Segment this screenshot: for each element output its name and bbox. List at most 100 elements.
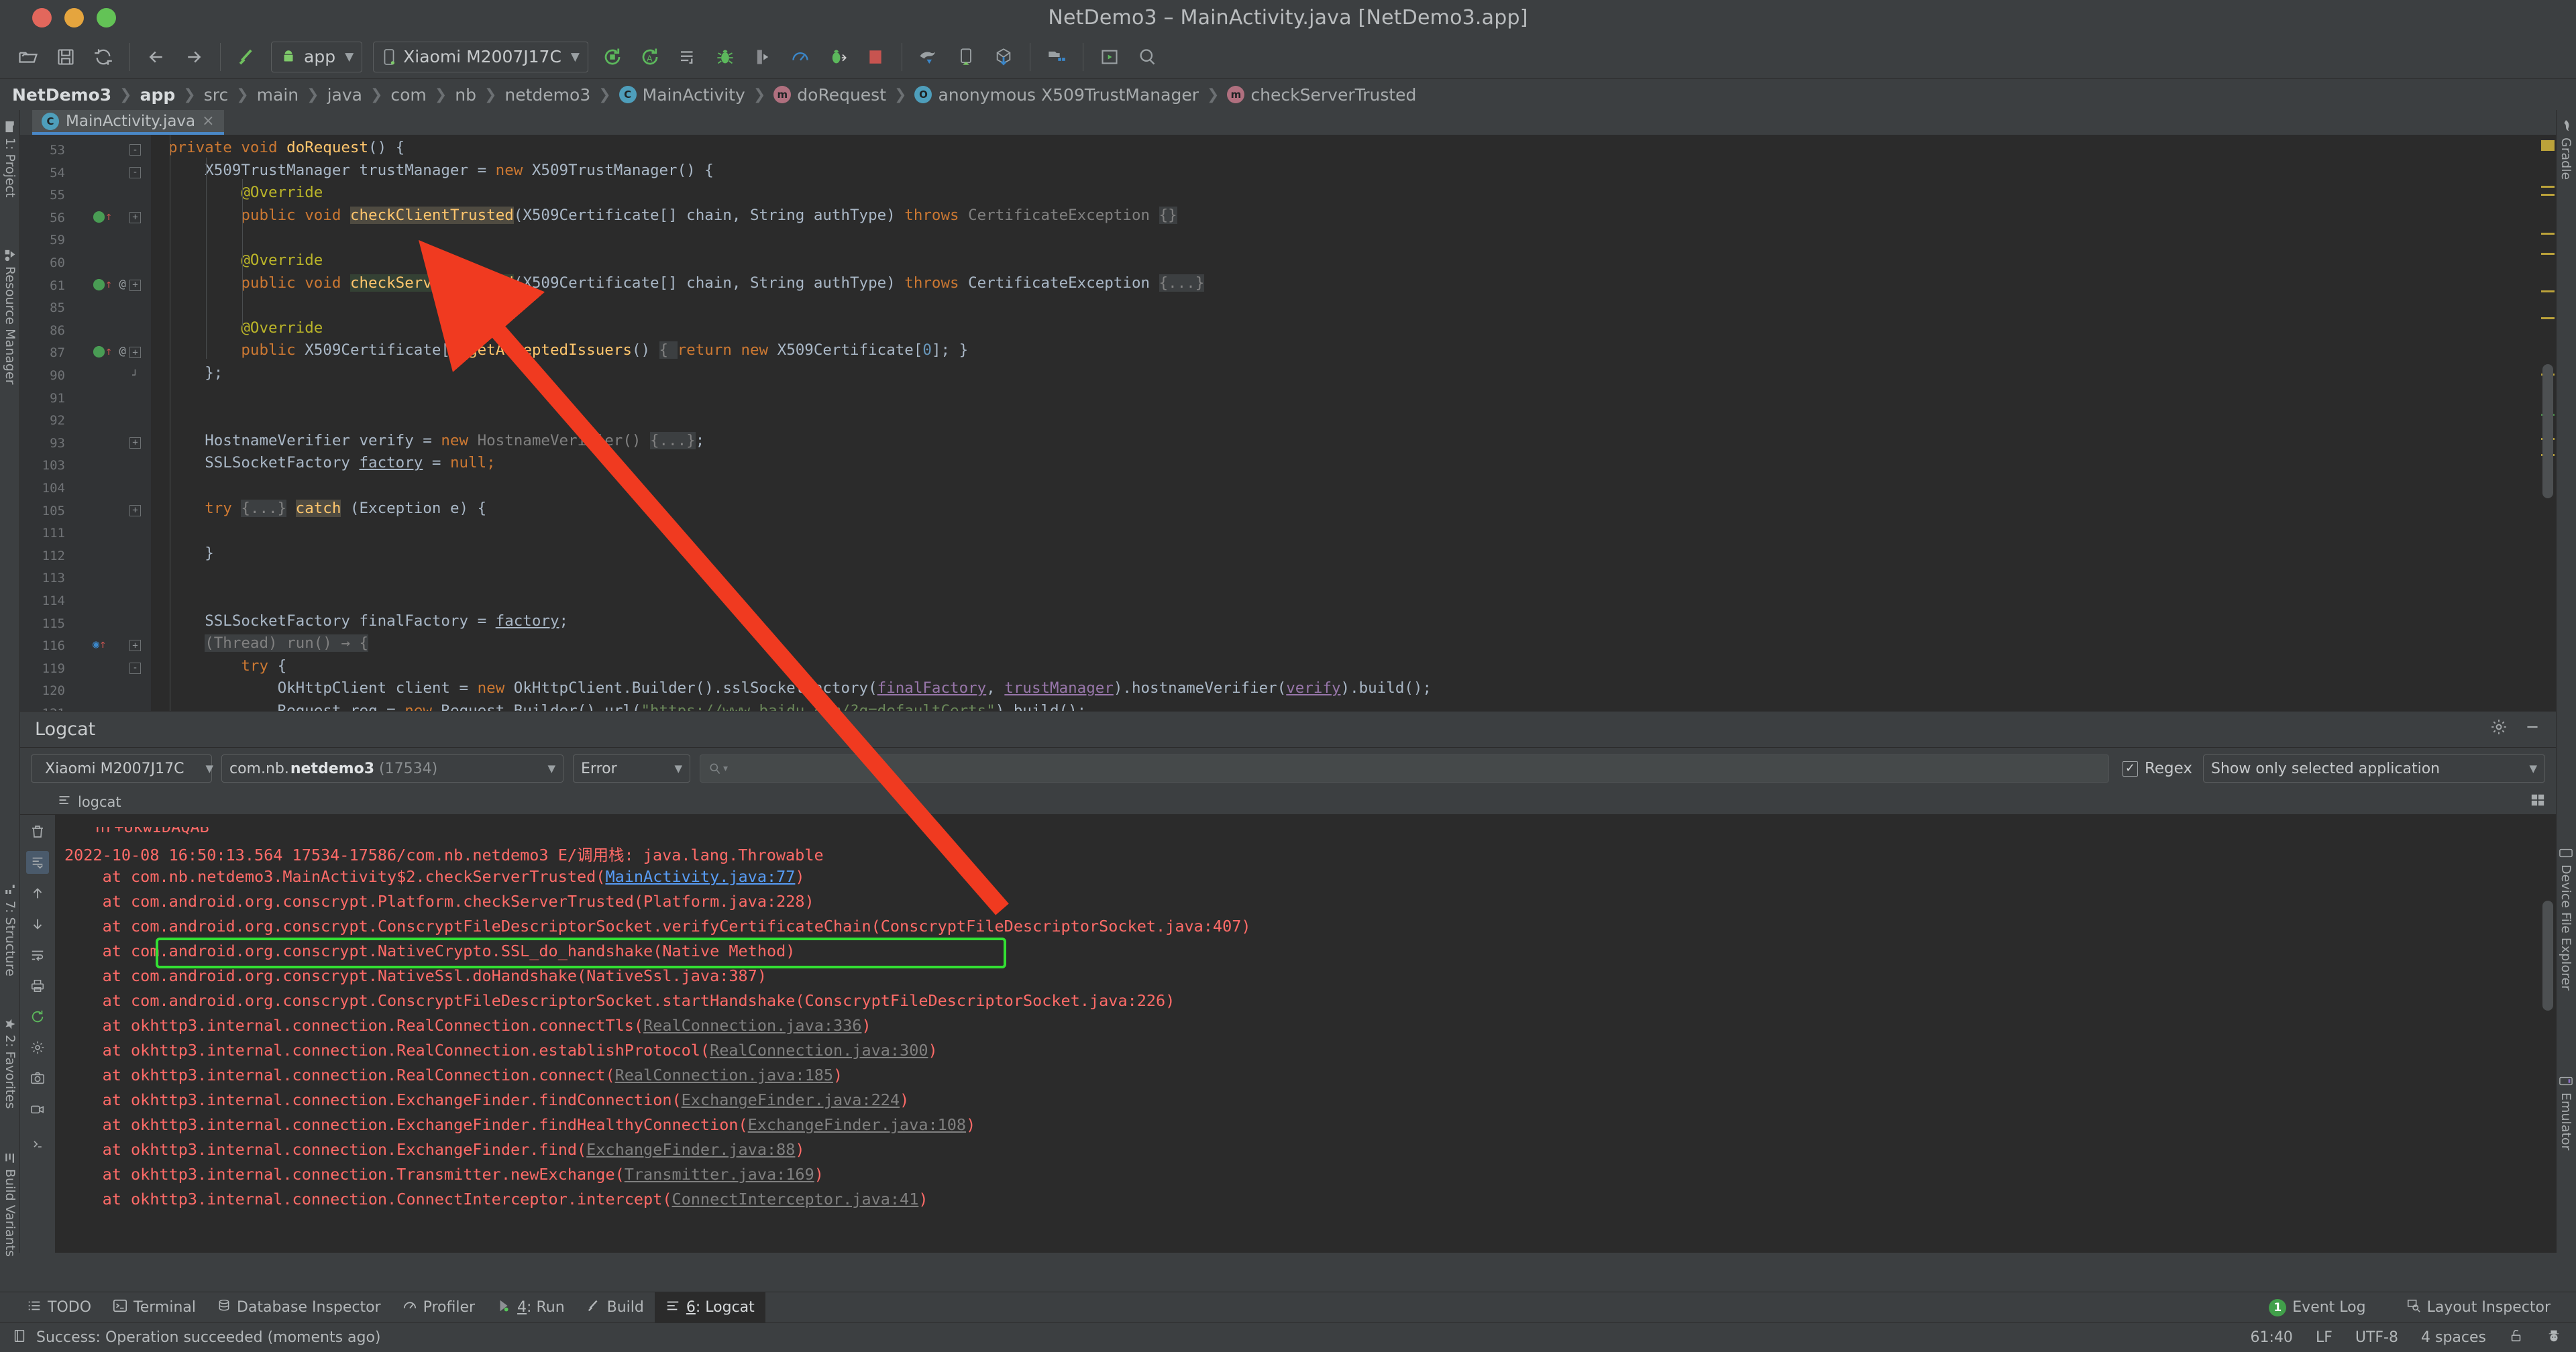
logcat-line[interactable]: at okhttp3.internal.connection.RealConne… bbox=[64, 1066, 843, 1084]
code-line[interactable]: (Thread) run() → { bbox=[205, 634, 369, 653]
code-fold-toggle[interactable]: - bbox=[129, 144, 141, 156]
logcat-source-link[interactable]: MainActivity.java:77 bbox=[605, 867, 795, 886]
breadcrumb-item-java[interactable]: java bbox=[327, 85, 362, 105]
open-folder-icon[interactable] bbox=[13, 42, 43, 72]
apply-changes-icon[interactable]: A bbox=[635, 42, 665, 72]
code-fold-toggle[interactable]: + bbox=[129, 437, 141, 449]
code-line[interactable]: public void checkServerTrusted(X509Certi… bbox=[241, 274, 1205, 292]
sidebar-item-favorites[interactable]: 2: Favorites bbox=[0, 1013, 20, 1114]
screenshot-icon[interactable] bbox=[26, 1067, 49, 1090]
code-line[interactable]: Request req = new Request.Builder().url(… bbox=[278, 702, 1087, 711]
logcat-source-link[interactable]: RealConnection.java:336 bbox=[643, 1016, 861, 1035]
sidebar-item-resource-manager[interactable]: Resource Manager bbox=[0, 244, 20, 390]
code-fold-toggle[interactable]: - bbox=[129, 166, 141, 178]
logcat-source-link[interactable]: ExchangeFinder.java:224 bbox=[682, 1090, 900, 1109]
profile-debug-icon[interactable] bbox=[823, 42, 853, 72]
code-fold-toggle[interactable]: - bbox=[129, 662, 141, 674]
logcat-regex-checkbox[interactable]: ✓ Regex bbox=[2122, 760, 2192, 777]
minimize-icon[interactable] bbox=[2524, 718, 2541, 740]
sdk-manager-icon[interactable] bbox=[989, 42, 1018, 72]
logcat-view-options-icon[interactable] bbox=[2530, 793, 2556, 811]
code-fold-toggle[interactable]: + bbox=[129, 211, 141, 223]
code-line[interactable]: SSLSocketFactory finalFactory = factory; bbox=[205, 612, 568, 630]
sidebar-item-device-file-explorer[interactable]: Device File Explorer bbox=[2556, 841, 2576, 996]
code-fold-toggle[interactable]: ┘ bbox=[129, 370, 141, 381]
sync-gradle-icon[interactable] bbox=[914, 42, 943, 72]
code-line[interactable]: SSLSocketFactory factory = null; bbox=[205, 454, 496, 471]
logcat-source-link[interactable]: ConnectInterceptor.java:41 bbox=[672, 1190, 918, 1208]
clear-logcat-icon[interactable] bbox=[26, 820, 49, 843]
breadcrumb[interactable]: NetDemo3 ❯ app ❯ src ❯ main ❯ java ❯ com ❯ nb ❯ netdem… bbox=[0, 79, 2576, 110]
build-hammer-icon[interactable] bbox=[232, 42, 262, 72]
code-line[interactable]: HostnameVerifier verify = new HostnameVe… bbox=[205, 431, 704, 449]
breadcrumb-item-mainactivity[interactable]: C MainActivity bbox=[619, 85, 745, 105]
code-line[interactable]: try {...} catch (Exception e) { bbox=[205, 499, 486, 517]
layout-preview-icon[interactable] bbox=[1095, 42, 1124, 72]
override-gutter-icon[interactable]: ⬤↑ @ bbox=[93, 278, 126, 291]
logcat-source-link[interactable]: ExchangeFinder.java:108 bbox=[748, 1115, 966, 1134]
code-fold-toggle[interactable]: + bbox=[129, 640, 141, 652]
breadcrumb-item-src[interactable]: src bbox=[204, 85, 229, 105]
logcat-line[interactable]: 2022-10-08 16:50:13.564 17534-17586/com.… bbox=[64, 842, 824, 865]
profiler-icon[interactable] bbox=[786, 42, 815, 72]
up-arrow-icon[interactable] bbox=[26, 882, 49, 905]
breadcrumb-item-main[interactable]: main bbox=[257, 85, 299, 105]
down-arrow-icon[interactable] bbox=[26, 913, 49, 936]
avd-manager-icon[interactable] bbox=[951, 42, 981, 72]
indent-setting[interactable]: 4 spaces bbox=[2421, 1329, 2486, 1346]
more-options-icon[interactable] bbox=[26, 1133, 49, 1156]
override-gutter-icon[interactable]: ⬤↑ bbox=[93, 210, 112, 223]
breadcrumb-item-app[interactable]: app bbox=[140, 85, 176, 105]
tool-window-tab-6-logcat[interactable]: 6: Logcat bbox=[654, 1292, 765, 1323]
code-line[interactable]: OkHttpClient client = new OkHttpClient.B… bbox=[278, 679, 1432, 697]
code-line[interactable]: } bbox=[205, 545, 214, 562]
caret-position[interactable]: 61:40 bbox=[2251, 1329, 2293, 1346]
logcat-line[interactable]: at com.nb.netdemo3.MainActivity$2.checkS… bbox=[64, 867, 805, 886]
code-line[interactable]: public X509Certificate[] getAcceptedIssu… bbox=[241, 341, 968, 359]
code-line[interactable]: @Override bbox=[241, 319, 323, 337]
logcat-search-input[interactable]: ▾ bbox=[700, 754, 2109, 783]
close-icon[interactable]: × bbox=[202, 113, 214, 129]
forward-arrow-icon[interactable] bbox=[179, 42, 209, 72]
logcat-line[interactable]: at com.android.org.conscrypt.Platform.ch… bbox=[64, 892, 814, 911]
code-line[interactable]: @Override bbox=[241, 184, 323, 201]
sidebar-item-project[interactable]: 1: Project bbox=[0, 115, 20, 203]
scroll-to-end-icon[interactable] bbox=[26, 851, 49, 874]
code-line[interactable]: public void checkClientTrusted(X509Certi… bbox=[241, 206, 1177, 224]
soft-wrap-icon[interactable] bbox=[26, 944, 49, 966]
logcat-line[interactable]: at okhttp3.internal.connection.Transmitt… bbox=[64, 1165, 824, 1184]
logcat-level-selector[interactable]: Error ▼ bbox=[573, 754, 690, 783]
breadcrumb-item-anonymous-x509trustmanager[interactable]: Oanonymous X509TrustManager bbox=[914, 85, 1199, 105]
device-selector[interactable]: Xiaomi M2007J17C ▼ bbox=[373, 41, 588, 72]
logcat-scope-selector[interactable]: Show only selected application ▼ bbox=[2203, 754, 2545, 783]
project-structure-icon[interactable] bbox=[1042, 42, 1071, 72]
apply-code-changes-icon[interactable] bbox=[673, 42, 702, 72]
code-fold-toggle[interactable]: + bbox=[129, 279, 141, 291]
logcat-source-link[interactable]: Transmitter.java:169 bbox=[625, 1165, 814, 1184]
logcat-scrollbar[interactable] bbox=[2540, 815, 2556, 1253]
logcat-line[interactable]: at com.android.org.conscrypt.ConscryptFi… bbox=[64, 917, 1251, 936]
gear-icon[interactable] bbox=[2490, 718, 2508, 740]
editor-scrollbar[interactable] bbox=[2540, 135, 2556, 711]
save-icon[interactable] bbox=[51, 42, 80, 72]
hector-inspection-icon[interactable] bbox=[2546, 1329, 2561, 1347]
code-fold-toggle[interactable]: + bbox=[129, 504, 141, 516]
logcat-line[interactable]: nr+UkwIDAQAB bbox=[95, 827, 209, 836]
module-selector[interactable]: app ▼ bbox=[271, 41, 363, 72]
file-encoding[interactable]: UTF-8 bbox=[2355, 1329, 2398, 1346]
tool-window-tab-terminal[interactable]: Terminal bbox=[102, 1292, 207, 1323]
breadcrumb-item-com[interactable]: com bbox=[390, 85, 426, 105]
logcat-source-link[interactable]: RealConnection.java:185 bbox=[615, 1066, 833, 1084]
logcat-line[interactable]: at okhttp3.internal.connection.ExchangeF… bbox=[64, 1140, 805, 1159]
sidebar-item-gradle[interactable]: Gradle bbox=[2556, 115, 2576, 185]
tool-window-tab-layout-inspector[interactable]: Layout Inspector bbox=[2396, 1292, 2561, 1323]
logcat-source-link[interactable]: ExchangeFinder.java:88 bbox=[586, 1140, 795, 1159]
logcat-process-selector[interactable]: com.nb. netdemo3 (17534) ▼ bbox=[221, 754, 564, 783]
stop-icon[interactable] bbox=[861, 42, 890, 72]
tool-window-tab-event-log[interactable]: 1 Event Log bbox=[2258, 1292, 2376, 1323]
code-line[interactable]: try { bbox=[241, 657, 286, 675]
line-separator[interactable]: LF bbox=[2316, 1329, 2332, 1346]
logcat-line[interactable]: at okhttp3.internal.connection.ExchangeF… bbox=[64, 1115, 976, 1134]
logcat-line[interactable]: at okhttp3.internal.connection.ConnectIn… bbox=[64, 1190, 928, 1208]
logcat-subtab-label[interactable]: logcat bbox=[78, 794, 121, 810]
